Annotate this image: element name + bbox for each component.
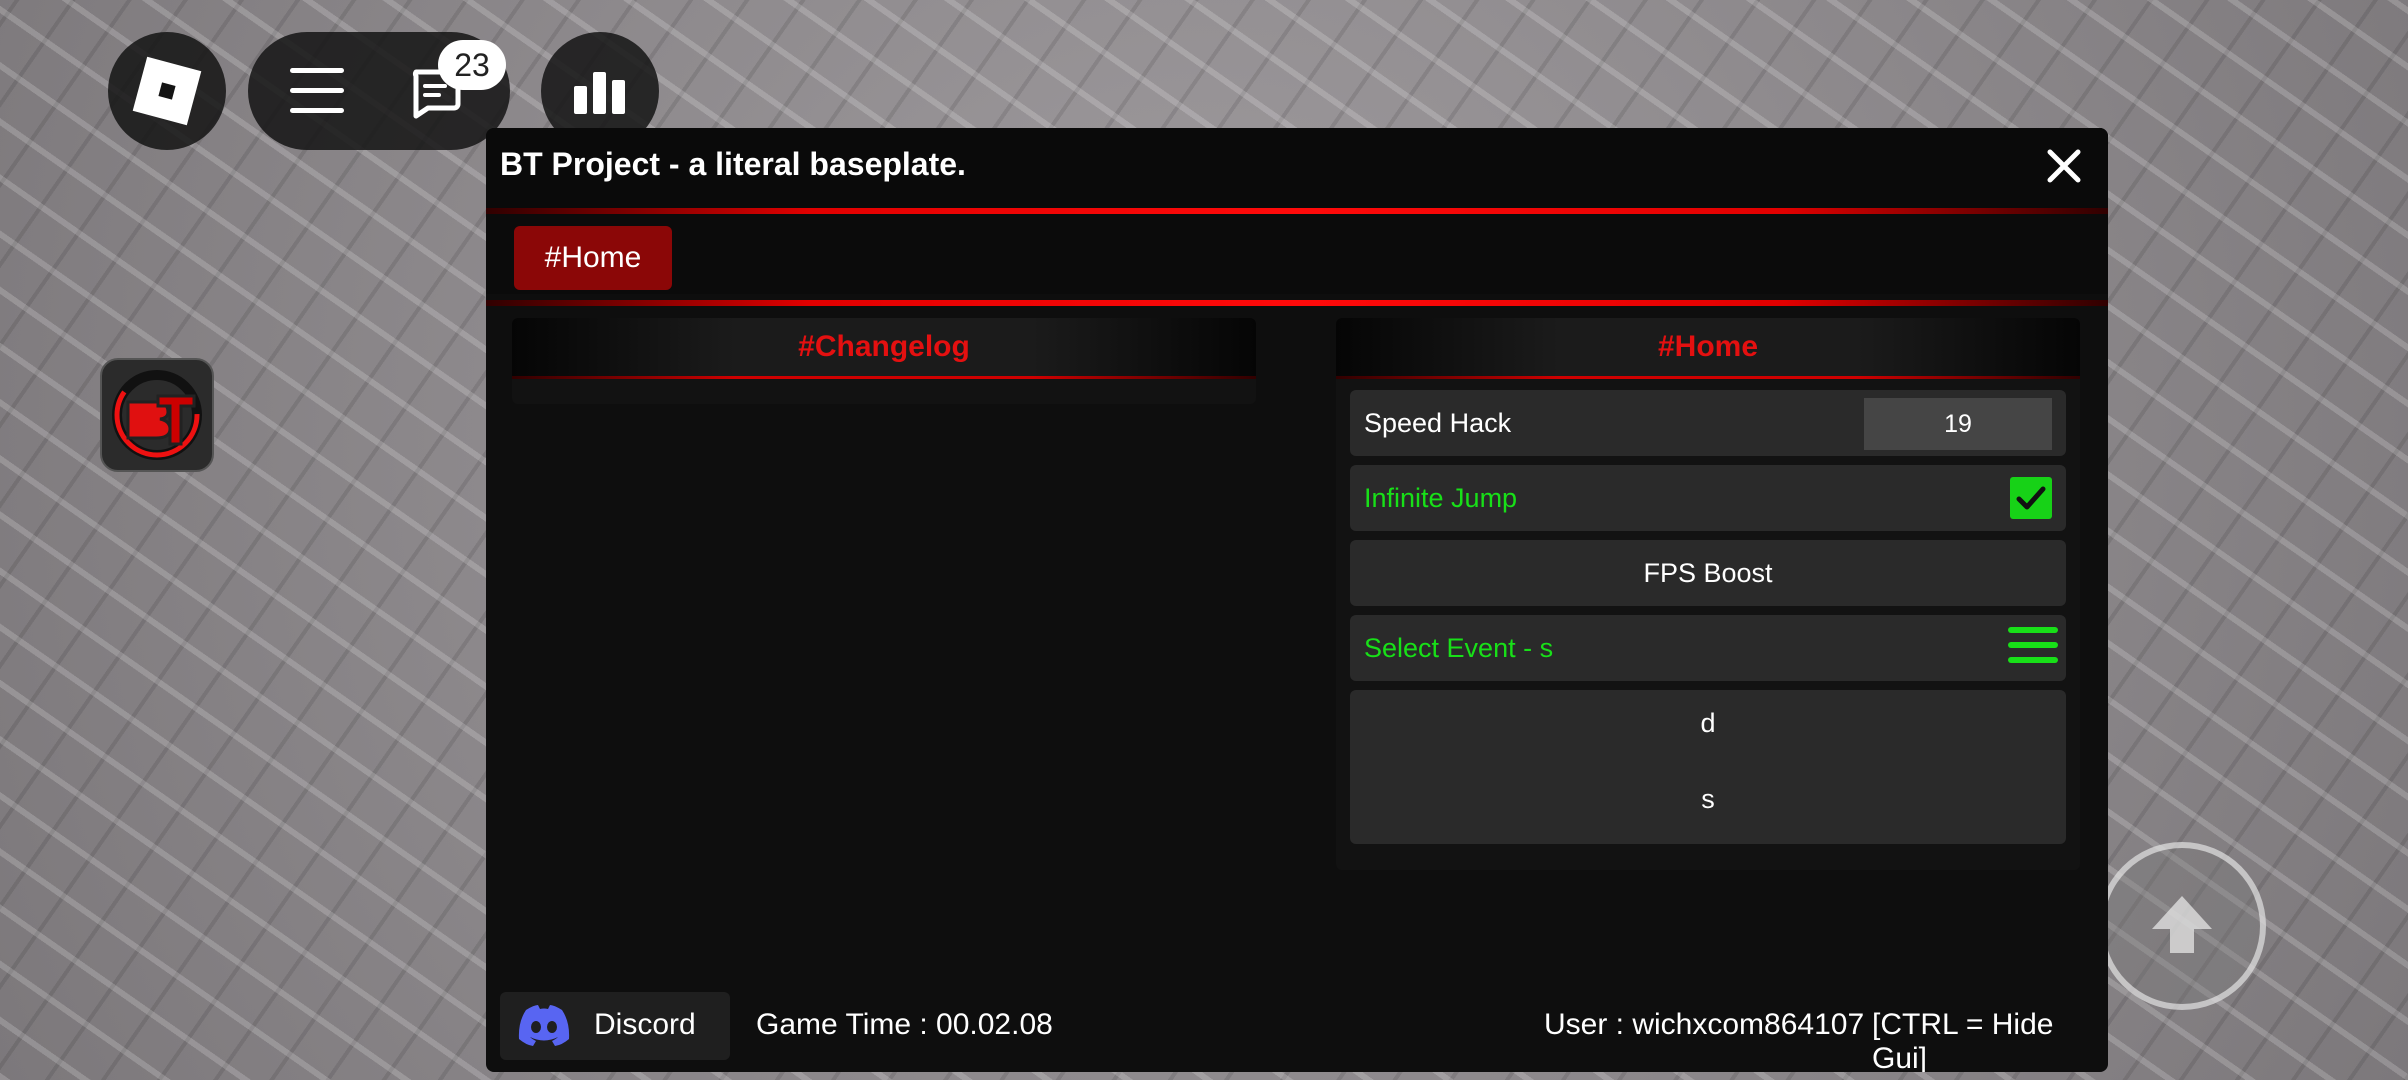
topbar-pill: 23 (248, 32, 510, 150)
infinite-jump-row[interactable]: Infinite Jump (1350, 465, 2066, 531)
roblox-logo-icon (132, 56, 202, 126)
tab-home[interactable]: #Home (514, 226, 672, 290)
home-underline (1336, 376, 2080, 379)
title-bar[interactable]: BT Project - a literal baseplate. (486, 128, 2108, 208)
event-option-d[interactable]: d (1350, 708, 2066, 739)
leaderboard-icon (574, 72, 625, 114)
home-panel: #Home Speed Hack 19 Infinite Jump FPS Bo… (1336, 318, 2080, 870)
fps-boost-label: FPS Boost (1643, 558, 1773, 588)
list-icon[interactable] (2008, 627, 2058, 667)
close-icon[interactable] (2044, 146, 2084, 186)
home-title: #Home (1657, 330, 1759, 363)
fps-boost-button[interactable]: FPS Boost (1350, 540, 2066, 606)
speed-hack-row: Speed Hack 19 (1350, 390, 2066, 456)
tab-divider (486, 300, 2108, 306)
discord-label: Discord (594, 1008, 696, 1041)
bt-logo-button[interactable] (100, 358, 214, 472)
infinite-jump-label: Infinite Jump (1364, 483, 1518, 513)
tab-bar: #Home (486, 214, 2108, 294)
menu-icon[interactable] (290, 68, 344, 114)
speed-hack-input[interactable]: 19 (1864, 398, 2052, 450)
select-event-label: Select Event - s (1364, 633, 1554, 663)
jump-button[interactable] (2098, 842, 2266, 1010)
changelog-header: #Changelog (512, 318, 1256, 378)
event-option-s[interactable]: s (1350, 784, 2066, 815)
check-icon (2016, 486, 2046, 510)
discord-icon (518, 1005, 570, 1046)
bt-logo-icon (112, 370, 202, 460)
select-event-dropdown[interactable]: Select Event - s (1350, 615, 2066, 681)
roblox-menu-button[interactable] (108, 32, 226, 150)
window-title: BT Project - a literal baseplate. (500, 146, 966, 182)
user-label: User : wichxcom864107 (1544, 1008, 1865, 1041)
changelog-title: #Changelog (798, 330, 970, 363)
changelog-underline (512, 376, 1256, 379)
chat-badge: 23 (438, 40, 506, 90)
jump-arrow-icon (2152, 896, 2212, 953)
discord-button[interactable]: Discord (500, 992, 730, 1060)
select-event-options: d s (1350, 690, 2066, 844)
hide-gui-hint: [CTRL = Hide Gui] (1872, 1008, 2054, 1072)
infinite-jump-checkbox[interactable] (2010, 477, 2052, 519)
speed-hack-label: Speed Hack (1364, 408, 1512, 438)
changelog-panel: #Changelog (512, 318, 1256, 404)
bt-project-window: BT Project - a literal baseplate. #Home … (486, 128, 2108, 1072)
game-time: Game Time : 00.02.08 (756, 1008, 1053, 1041)
home-header: #Home (1336, 318, 2080, 378)
